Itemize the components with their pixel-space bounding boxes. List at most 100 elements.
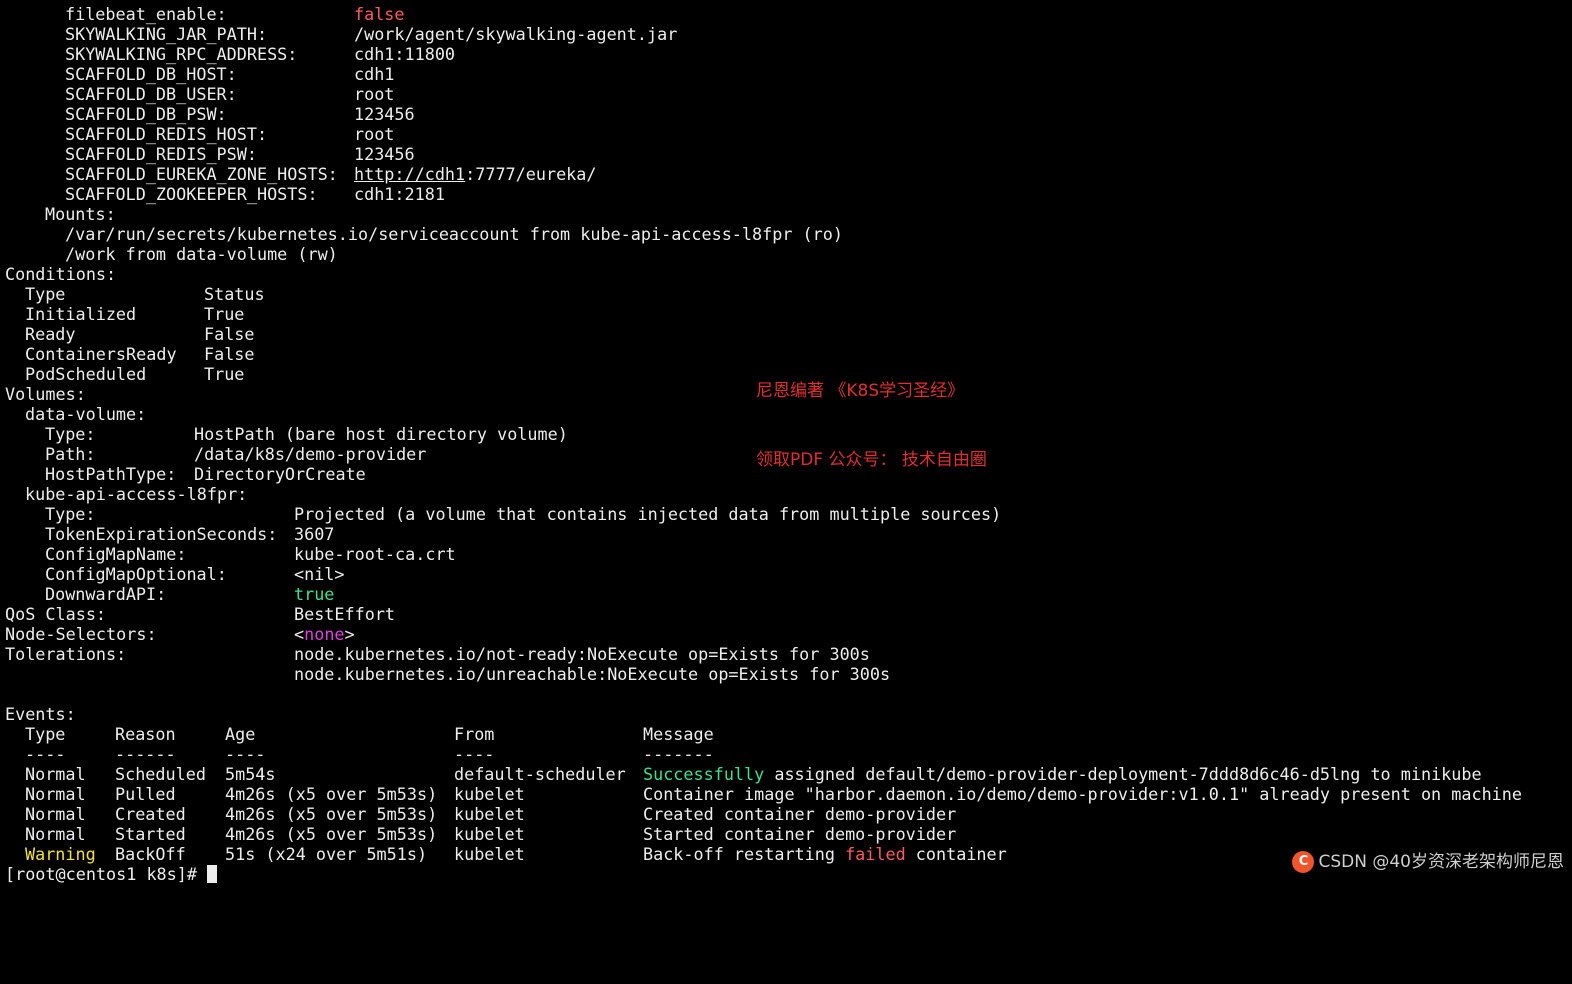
event-type-warning: Warning (25, 844, 96, 864)
volume-value: <nil> (294, 564, 345, 584)
conditions-header-status: Status (204, 284, 265, 304)
conditions-label: Conditions: (5, 264, 117, 284)
message-text: Container image "harbor.daemon.io/demo/d… (643, 784, 1522, 804)
event-type: Normal (25, 804, 86, 824)
condition-type: Ready (25, 324, 76, 344)
volume-value: 3607 (294, 524, 335, 544)
env-key: SCAFFOLD_DB_HOST: (65, 64, 237, 84)
volume-name-line: data-volume: (5, 404, 1565, 424)
mount-item: /var/run/secrets/kubernetes.io/serviceac… (5, 224, 1565, 244)
events-header-reason: Reason (115, 724, 176, 744)
volume-value: HostPath (bare host directory volume) (194, 424, 568, 444)
events-header: Type Reason Age From Message (5, 724, 1565, 744)
event-message: Created container demo-provider (643, 804, 956, 824)
env-key: SCAFFOLD_DB_USER: (65, 84, 237, 104)
events-label-line: Events: (5, 704, 1565, 724)
event-reason: BackOff (115, 844, 186, 864)
condition-status: False (204, 324, 255, 344)
volumes-label: Volumes: (5, 384, 86, 404)
events-header-age: Age (225, 724, 256, 744)
event-message: Successfully assigned default/demo-provi… (643, 764, 1482, 784)
condition-row: Initialized True (5, 304, 1565, 324)
condition-status: False (204, 344, 255, 364)
condition-status: True (204, 364, 245, 384)
event-row: Normal Pulled 4m26s (x5 over 5m53s) kube… (5, 784, 1565, 804)
mount-path: /var/run/secrets/kubernetes.io/serviceac… (65, 224, 843, 244)
env-value: false (354, 4, 405, 24)
env-row: SCAFFOLD_DB_USER: root (5, 84, 1565, 104)
env-row: SCAFFOLD_REDIS_PSW: 123456 (5, 144, 1565, 164)
event-reason: Created (115, 804, 186, 824)
shell-prompt[interactable]: [root@centos1 k8s]# (5, 864, 218, 884)
divider-age: ---- (225, 744, 266, 764)
condition-row: ContainersReady False (5, 344, 1565, 364)
env-row: SKYWALKING_RPC_ADDRESS: cdh1:11800 (5, 44, 1565, 64)
volume-key: ConfigMapName: (45, 544, 187, 564)
qos-line: QoS Class: BestEffort (5, 604, 1565, 624)
terminal-output[interactable]: filebeat_enable: false SKYWALKING_JAR_PAT… (5, 4, 1565, 884)
env-value: cdh1 (354, 64, 395, 84)
events-header-type: Type (25, 724, 66, 744)
message-text: Started container demo-provider (643, 824, 957, 844)
event-from: kubelet (454, 804, 525, 824)
env-value: 123456 (354, 144, 415, 164)
env-value: cdh1:11800 (354, 44, 456, 64)
volume-key: DownwardAPI: (45, 584, 167, 604)
events-header-message: Message (643, 724, 714, 744)
env-key: SCAFFOLD_EUREKA_ZONE_HOSTS: (65, 164, 338, 184)
eureka-link[interactable]: http://cdh1 (354, 164, 465, 184)
event-age: 5m54s (225, 764, 276, 784)
message-text: Created container demo-provider (643, 804, 957, 824)
watermark-text: CSDN @40岁资深老架构师尼恩 (1318, 852, 1564, 872)
tolerations-line: Tolerations: node.kubernetes.io/not-ready… (5, 644, 1565, 664)
volume-key: Path: (45, 444, 96, 464)
pdf-annotation: 领取PDF 公众号： 技术自由圈 (756, 450, 987, 470)
mount-path: /work from data-volume (rw) (65, 244, 338, 264)
env-key: SCAFFOLD_ZOOKEEPER_HOSTS: (65, 184, 318, 204)
condition-row: Ready False (5, 324, 1565, 344)
volume-row: TokenExpirationSeconds: 3607 (5, 524, 1565, 544)
event-from: kubelet (454, 824, 525, 844)
conditions-header: Type Status (5, 284, 1565, 304)
event-age: 4m26s (x5 over 5m53s) (225, 784, 438, 804)
condition-type: ContainersReady (25, 344, 177, 364)
message-text: Back-off restarting (643, 844, 846, 864)
env-value: /work/agent/skywalking-agent.jar (354, 24, 678, 44)
toleration-value: node.kubernetes.io/not-ready:NoExecute o… (294, 644, 870, 664)
eureka-path: :7777/eureka/ (465, 164, 597, 184)
env-key: SCAFFOLD_REDIS_HOST: (65, 124, 268, 144)
event-from: kubelet (454, 844, 525, 864)
volume-key: TokenExpirationSeconds: (45, 524, 278, 544)
env-row: filebeat_enable: false (5, 4, 1565, 24)
volume-key: HostPathType: (45, 464, 177, 484)
node-selectors-key: Node-Selectors: (5, 624, 157, 644)
bracket-close: > (344, 624, 355, 644)
divider-reason: ------ (115, 744, 176, 764)
env-key: SCAFFOLD_REDIS_PSW: (65, 144, 257, 164)
env-value: root (354, 124, 395, 144)
toleration-value: node.kubernetes.io/unreachable:NoExecute… (294, 664, 891, 684)
volume-name: data-volume: (25, 404, 147, 424)
mounts-label-line: Mounts: (5, 204, 1565, 224)
message-highlight: Successfully (643, 764, 765, 784)
volume-value: Projected (a volume that contains inject… (294, 504, 1002, 524)
node-selectors-value: <none> (294, 624, 355, 644)
divider-type: ---- (25, 744, 66, 764)
volume-key: ConfigMapOptional: (45, 564, 227, 584)
tolerations-key: Tolerations: (5, 644, 127, 664)
book-annotation: 尼恩编著 《K8S学习圣经》 (756, 381, 965, 401)
conditions-header-type: Type (25, 284, 66, 304)
env-value: http://cdh1:7777/eureka/ (354, 164, 596, 184)
env-row: SKYWALKING_JAR_PATH: /work/agent/skywalki… (5, 24, 1565, 44)
volume-name-line: kube-api-access-l8fpr: (5, 484, 1565, 504)
env-value: cdh1:2181 (354, 184, 445, 204)
volume-row: DownwardAPI: true (5, 584, 1565, 604)
divider-message: ------- (643, 744, 714, 764)
event-row: Normal Created 4m26s (x5 over 5m53s) kub… (5, 804, 1565, 824)
env-key: SCAFFOLD_DB_PSW: (65, 104, 227, 124)
prompt-text: [root@centos1 k8s]# (5, 864, 208, 884)
condition-status: True (204, 304, 245, 324)
env-row: SCAFFOLD_DB_PSW: 123456 (5, 104, 1565, 124)
event-age: 51s (x24 over 5m51s) (225, 844, 428, 864)
